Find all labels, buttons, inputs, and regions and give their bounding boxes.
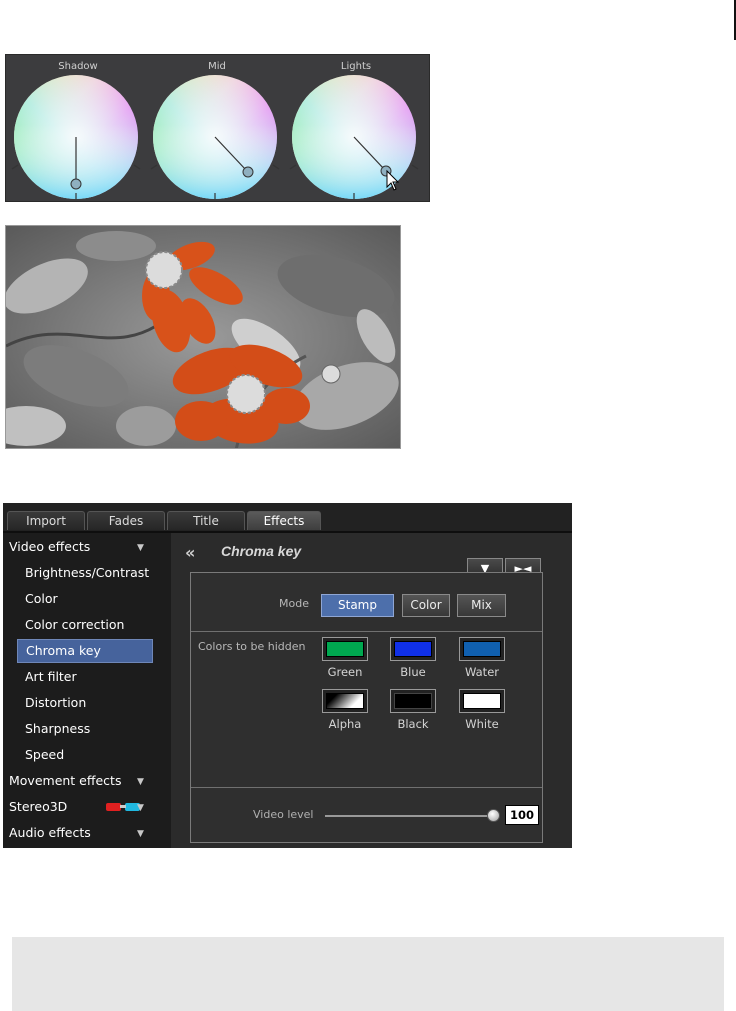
divider (191, 787, 542, 788)
tab-effects[interactable]: Effects (247, 511, 321, 530)
sidebar-audio-effects-label: Audio effects (9, 825, 91, 840)
swatch-black-label: Black (397, 717, 429, 731)
video-level-label: Video level (253, 808, 314, 821)
video-level-slider-handle[interactable] (487, 809, 500, 822)
video-level-value[interactable]: 100 (505, 805, 539, 825)
sidebar-item-color[interactable]: Color (17, 587, 153, 611)
sidebar-movement-effects-label: Movement effects (9, 773, 122, 788)
tab-import[interactable]: Import (7, 511, 85, 530)
chevron-down-icon[interactable]: ▼ (137, 543, 144, 553)
chevron-down-icon[interactable]: ▼ (137, 777, 144, 787)
sidebar-stereo3d-label: Stereo3D (9, 799, 68, 814)
double-chevron-left-icon[interactable]: « (185, 543, 195, 562)
effect-settings-area: « Chroma key ▼ ►◄ Mode Stamp Color Mix C… (171, 533, 572, 848)
chevron-down-icon[interactable]: ▼ (137, 829, 144, 839)
swatch-water-label: Water (465, 665, 499, 679)
wheel-mid[interactable]: Mid (147, 55, 287, 203)
sidebar-item-brightness-contrast[interactable]: Brightness/Contrast (17, 561, 153, 585)
sidebar-item-chroma-key[interactable]: Chroma key (17, 639, 153, 663)
swatch-blue (394, 641, 432, 657)
swatch-alpha (326, 693, 364, 709)
wheel-shadow[interactable]: Shadow (8, 55, 148, 203)
swatch-green-label: Green (327, 665, 363, 679)
video-level-slider-track[interactable] (325, 815, 495, 817)
wheel-label-shadow: Shadow (58, 61, 98, 72)
effects-sidebar: Video effects ▼ Brightness/Contrast Colo… (3, 533, 171, 848)
colors-to-hide-label: Colors to be hidden (198, 640, 306, 653)
effects-panel: Import Fades Title Effects Video effects… (3, 503, 572, 848)
sidebar-movement-effects[interactable]: Movement effects (9, 769, 121, 793)
swatch-green (326, 641, 364, 657)
sidebar-audio-effects[interactable]: Audio effects (9, 821, 91, 845)
swatch-alpha-button[interactable] (322, 689, 368, 713)
swatch-alpha-label: Alpha (328, 717, 362, 731)
mode-label: Mode (279, 597, 309, 610)
sidebar-item-color-correction[interactable]: Color correction (17, 613, 153, 637)
tab-bar: Import Fades Title Effects (3, 503, 572, 533)
divider (191, 631, 542, 632)
mode-color-button[interactable]: Color (402, 594, 450, 617)
color-wheels-panel: Shadow Mid Lights (5, 54, 430, 202)
sidebar-item-distortion[interactable]: Distortion (17, 691, 153, 715)
swatch-white-button[interactable] (459, 689, 505, 713)
swatch-water-button[interactable] (459, 637, 505, 661)
wheel-label-lights: Lights (340, 61, 372, 72)
chroma-key-preview-image (5, 225, 401, 449)
color-wheel-shadow[interactable] (8, 73, 148, 203)
mode-stamp-button[interactable]: Stamp (321, 594, 394, 617)
3d-glasses-icon (106, 803, 140, 811)
wheel-label-mid: Mid (208, 61, 226, 72)
color-wheel-mid[interactable] (147, 73, 287, 203)
effect-title: Chroma key (221, 543, 302, 559)
sidebar-video-effects-label: Video effects (9, 539, 91, 554)
tab-fades[interactable]: Fades (87, 511, 165, 530)
sidebar-item-art-filter[interactable]: Art filter (17, 665, 153, 689)
swatch-black-button[interactable] (390, 689, 436, 713)
sidebar-item-sharpness[interactable]: Sharpness (17, 717, 153, 741)
swatch-blue-label: Blue (400, 665, 426, 679)
tab-title[interactable]: Title (167, 511, 245, 530)
swatch-white (463, 693, 501, 709)
swatch-white-label: White (465, 717, 499, 731)
swatch-black (394, 693, 432, 709)
sidebar-video-effects[interactable]: Video effects (9, 535, 90, 559)
gray-footer-box (12, 937, 724, 1011)
mode-mix-button[interactable]: Mix (457, 594, 506, 617)
chroma-key-settings-box: Mode Stamp Color Mix Colors to be hidden… (190, 572, 543, 843)
flower-photo (6, 226, 400, 448)
color-wheel-lights[interactable] (286, 73, 426, 203)
swatch-water (463, 641, 501, 657)
swatch-green-button[interactable] (322, 637, 368, 661)
swatch-blue-button[interactable] (390, 637, 436, 661)
wheel-lights[interactable]: Lights (286, 55, 426, 203)
chevron-down-icon[interactable]: ▼ (137, 803, 144, 813)
sidebar-item-speed[interactable]: Speed (17, 743, 153, 767)
